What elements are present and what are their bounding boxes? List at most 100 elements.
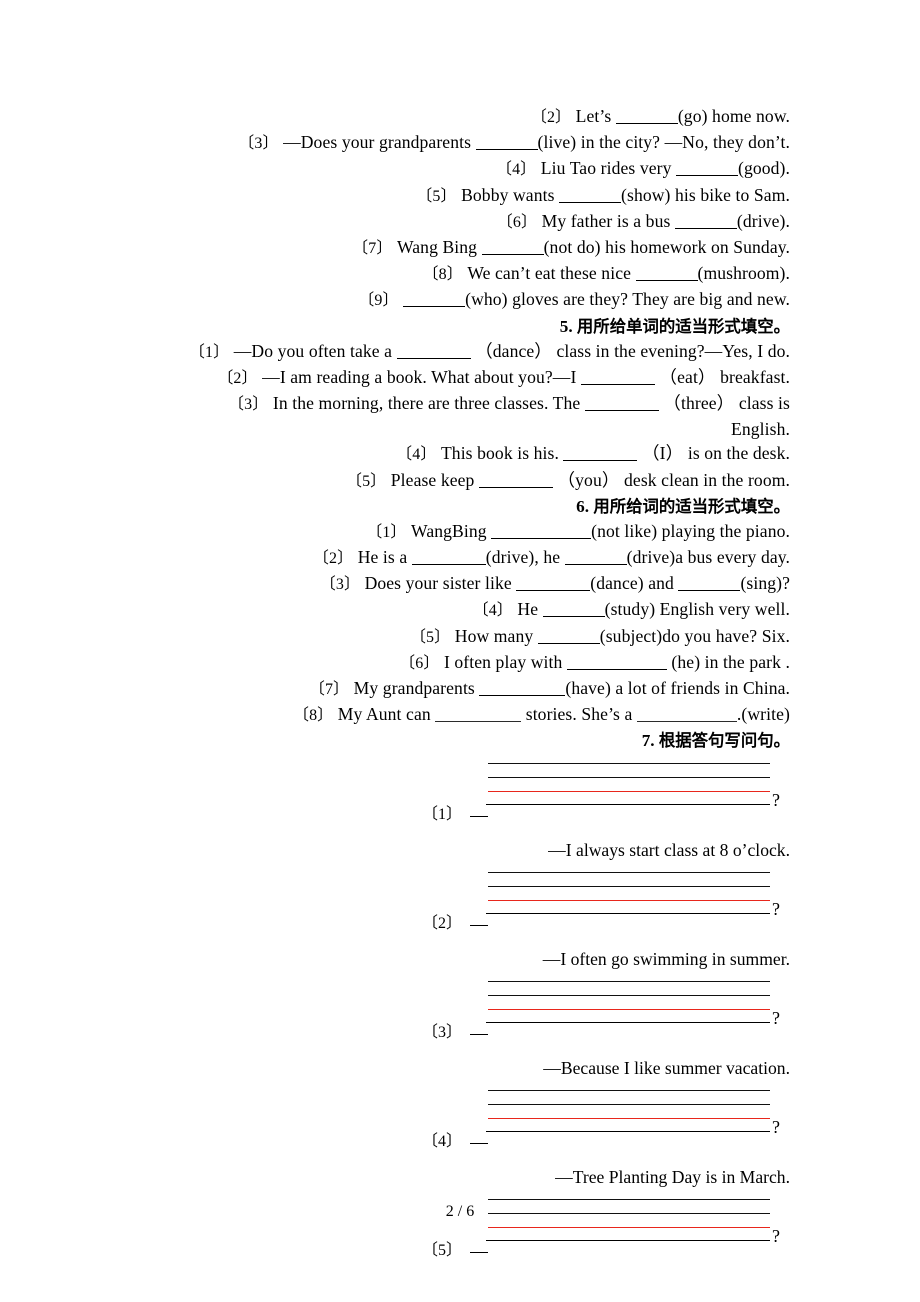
- fill-blank[interactable]: [635, 267, 698, 282]
- item-text-pre: Does your sister like: [364, 573, 517, 594]
- question-mark: ?: [772, 1008, 780, 1029]
- fill-blank[interactable]: [435, 708, 522, 723]
- item-number: 〔5〕: [345, 472, 387, 490]
- fill-blank[interactable]: [396, 345, 471, 359]
- worksheet-content: 〔2〕 Let’s (go) home now. 〔3〕 —Does your …: [140, 104, 790, 1261]
- section-7-heading: 7. 根据答句写问句。: [140, 728, 790, 753]
- guide-line-upper-mid: [488, 886, 770, 888]
- item-number: 〔1〕: [422, 806, 463, 824]
- item-number: 〔4〕: [422, 1133, 463, 1151]
- fill-blank[interactable]: [491, 525, 592, 539]
- exercise-item: 〔2〕 —I am reading a book. What about you…: [140, 365, 790, 391]
- fill-blank[interactable]: [674, 215, 737, 229]
- exercise-item: 〔6〕 My father is a bus (drive).: [140, 209, 790, 235]
- guide-line-top: [488, 981, 770, 983]
- fill-blank[interactable]: [479, 682, 566, 697]
- guide-line-top: [488, 1090, 770, 1092]
- exercise-item: 〔8〕 My Aunt can stories. She’s a .(write…: [140, 702, 790, 728]
- fill-blank[interactable]: [564, 551, 627, 566]
- fill-blank[interactable]: [636, 708, 737, 723]
- fill-blank[interactable]: [475, 136, 538, 151]
- exercise-item: 〔3〕 In the morning, there are three clas…: [140, 391, 790, 417]
- item-text-pre: I often play with: [443, 651, 567, 672]
- item-text-pre: —Does your grandparents: [283, 132, 476, 153]
- question-write-block[interactable]: 〔3〕 ?: [140, 981, 790, 1043]
- dash-mark: [470, 816, 488, 818]
- fill-blank[interactable]: [478, 474, 553, 488]
- guide-line-top: [488, 1199, 770, 1201]
- item-text-pre: WangBing: [411, 520, 492, 541]
- exercise-item: 〔7〕 My grandparents (have) a lot of frie…: [140, 676, 790, 702]
- item-number: 〔4〕: [396, 446, 437, 464]
- exercise-item: 〔1〕 WangBing (not like) playing the pian…: [140, 519, 790, 545]
- item-text-pre: —I am reading a book. What about you?—I: [262, 366, 581, 387]
- item-text-post-2: (sing)?: [740, 573, 790, 594]
- fill-blank[interactable]: [537, 630, 600, 644]
- item-text-post: (drive).: [736, 210, 790, 231]
- item-text-pre: My Aunt can: [337, 704, 436, 725]
- fill-blank[interactable]: [678, 577, 741, 592]
- item-number: 〔2〕: [530, 109, 572, 126]
- fill-blank[interactable]: [584, 397, 659, 412]
- question-write-block[interactable]: 〔1〕 ?: [140, 763, 790, 825]
- item-text-post: (live) in the city? —No, they don’t.: [537, 132, 790, 153]
- question-mark: ?: [772, 899, 780, 920]
- section-number: 5.: [559, 316, 573, 336]
- fill-blank[interactable]: [580, 371, 655, 385]
- fill-blank[interactable]: [566, 656, 667, 670]
- page-number: 2 / 6: [445, 1203, 475, 1220]
- item-text-post-2: .(write): [736, 704, 790, 725]
- guide-line-upper-mid: [488, 995, 770, 997]
- item-text-post: (not do) his homework on Sunday.: [543, 237, 790, 258]
- item-text-tail: English.: [731, 419, 790, 440]
- fill-blank[interactable]: [563, 447, 638, 462]
- item-number: 〔6〕: [496, 213, 538, 231]
- exercise-item: 〔4〕 Liu Tao rides very (good).: [140, 156, 790, 182]
- answer-text: —Because I like summer vacation.: [543, 1058, 790, 1079]
- item-text-pre: My father is a bus: [541, 210, 675, 231]
- guide-line-baseline: [486, 1022, 770, 1024]
- fill-blank[interactable]: [411, 551, 486, 566]
- exercise-item: 〔5〕 How many (subject)do you have? Six.: [140, 624, 790, 650]
- item-text-post: (he) in the park .: [666, 651, 790, 672]
- guide-line-red-mid: [488, 900, 770, 902]
- guide-line-baseline: [486, 804, 770, 806]
- fill-blank[interactable]: [675, 162, 738, 177]
- question-write-block[interactable]: 〔2〕 ?: [140, 872, 790, 934]
- item-text-pre: Liu Tao rides very: [540, 158, 676, 179]
- answer-text: —I always start class at 8 o’clock.: [548, 840, 790, 861]
- answer-text: —Tree Planting Day is in March.: [555, 1167, 790, 1188]
- exercise-item: 〔8〕 We can’t eat these nice (mushroom).: [140, 261, 790, 287]
- exercise-item: 〔1〕 —Do you often take a （dance） class i…: [140, 339, 790, 365]
- item-number: 〔6〕: [399, 654, 440, 672]
- item-text-post: （three） class is: [658, 393, 790, 414]
- fill-blank[interactable]: [481, 241, 544, 256]
- guide-line-red-mid: [488, 1009, 770, 1011]
- guide-line-baseline: [486, 1240, 770, 1242]
- dash-mark: [470, 1143, 488, 1145]
- exercise-item: 〔4〕 He (study) English very well.: [140, 597, 790, 623]
- question-mark: ?: [772, 790, 780, 811]
- exercise-item: 〔5〕 Bobby wants (show) his bike to Sam.: [140, 183, 790, 209]
- fill-blank[interactable]: [403, 293, 466, 308]
- exercise-item: 〔5〕 Please keep （you） desk clean in the …: [140, 468, 790, 494]
- item-text-pre: Please keep: [390, 469, 479, 490]
- fill-blank[interactable]: [559, 189, 622, 203]
- fill-blank[interactable]: [516, 577, 591, 592]
- item-text-post: (drive), he: [485, 547, 565, 568]
- question-write-block[interactable]: 〔4〕 ?: [140, 1090, 790, 1152]
- dash-mark: [470, 1252, 488, 1254]
- section-title: 根据答句写问句。: [658, 731, 790, 751]
- item-text-post: (subject)do you have? Six.: [599, 625, 790, 646]
- section-4-continued: 〔2〕 Let’s (go) home now. 〔3〕 —Does your …: [140, 104, 790, 314]
- fill-blank[interactable]: [542, 603, 605, 618]
- section-5-heading: 5. 用所给单词的适当形式填空。: [140, 314, 790, 339]
- guide-line-top: [488, 763, 770, 765]
- exercise-item: 〔3〕 —Does your grandparents (live) in th…: [140, 130, 790, 156]
- item-number: 〔3〕: [238, 135, 279, 153]
- item-text-pre: My grandparents: [353, 678, 480, 699]
- item-number: 〔5〕: [422, 1242, 463, 1260]
- section-number: 6.: [576, 496, 590, 516]
- fill-blank[interactable]: [615, 110, 678, 124]
- item-number: 〔3〕: [228, 396, 269, 414]
